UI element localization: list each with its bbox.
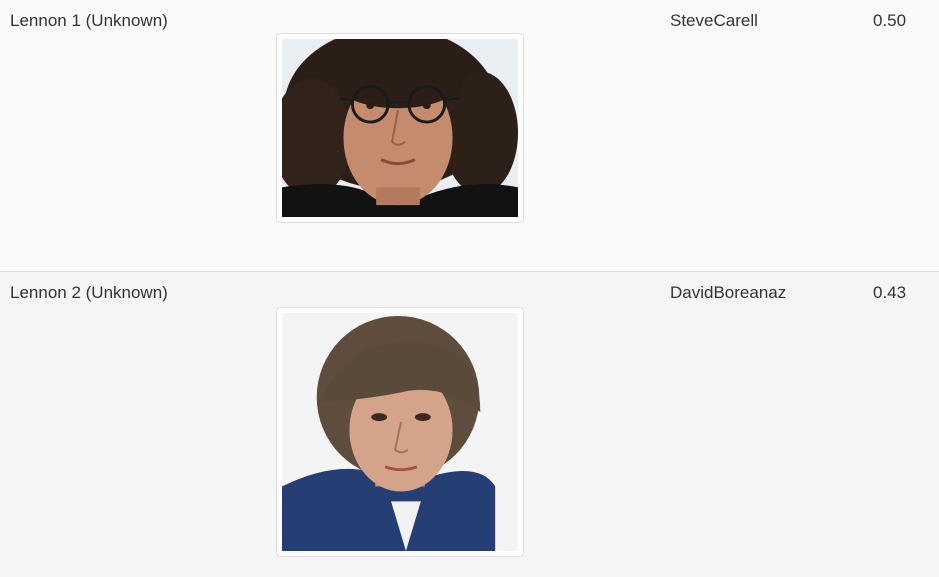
- person-name: Lennon 1 (Unknown): [10, 11, 168, 30]
- photo-thumbnail[interactable]: [276, 33, 524, 223]
- matched-celebrity: DavidBoreanaz: [670, 283, 787, 302]
- table-row: Lennon 2 (Unknown) DavidBoreanaz 0.43: [0, 272, 939, 577]
- portrait-photo: [282, 313, 518, 551]
- matched-celebrity: SteveCarell: [670, 11, 758, 30]
- results-table: Lennon 1 (Unknown) SteveCarell 0.50 Lenn…: [0, 0, 939, 577]
- table-row: Lennon 1 (Unknown) SteveCarell 0.50: [0, 0, 939, 272]
- person-name: Lennon 2 (Unknown): [10, 283, 168, 302]
- match-score: 0.43: [873, 283, 907, 302]
- match-score: 0.50: [873, 11, 907, 30]
- portrait-photo: [282, 39, 518, 217]
- photo-thumbnail[interactable]: [276, 307, 524, 557]
